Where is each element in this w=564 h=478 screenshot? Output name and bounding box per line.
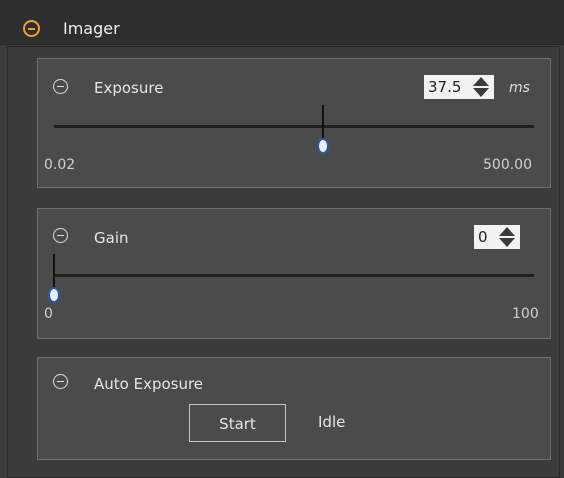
exposure-max-label: 500.00	[483, 157, 532, 173]
gain-value-field[interactable]: 0	[474, 225, 520, 249]
exposure-slider-track[interactable]	[54, 125, 534, 128]
auto-exposure-status: Idle	[318, 413, 346, 431]
auto-exposure-title: Auto Exposure	[94, 375, 204, 393]
imager-title: Imager	[63, 19, 120, 38]
gain-min-label: 0	[44, 306, 53, 322]
auto-exposure-panel	[37, 357, 551, 460]
spin-up-icon[interactable]	[473, 77, 489, 86]
slider-knob[interactable]	[48, 287, 60, 303]
auto-exposure-collapse-icon[interactable]	[53, 374, 68, 389]
imager-header[interactable]: Imager	[0, 0, 564, 45]
gain-slider-handle[interactable]	[47, 254, 61, 304]
gain-spinner[interactable]	[496, 226, 518, 248]
spin-up-icon[interactable]	[499, 227, 515, 236]
slider-needle	[53, 254, 55, 288]
gain-slider-track[interactable]	[54, 274, 534, 277]
slider-needle	[321, 105, 324, 139]
gain-max-label: 100	[512, 306, 539, 322]
exposure-collapse-icon[interactable]	[53, 79, 68, 94]
exposure-value: 37.5	[428, 78, 462, 96]
exposure-min-label: 0.02	[44, 157, 76, 173]
collapse-icon[interactable]	[23, 20, 40, 37]
start-button[interactable]: Start	[189, 404, 286, 442]
exposure-unit: ms	[509, 80, 530, 96]
spin-down-icon[interactable]	[499, 238, 515, 247]
exposure-title: Exposure	[94, 79, 164, 97]
exposure-slider-handle[interactable]	[316, 105, 330, 155]
spin-down-icon[interactable]	[473, 88, 489, 97]
exposure-value-field[interactable]: 37.5	[424, 75, 494, 99]
slider-knob[interactable]	[316, 138, 329, 154]
gain-title: Gain	[94, 229, 129, 247]
gain-value: 0	[478, 228, 488, 246]
exposure-spinner[interactable]	[470, 76, 492, 98]
gain-collapse-icon[interactable]	[53, 228, 68, 243]
